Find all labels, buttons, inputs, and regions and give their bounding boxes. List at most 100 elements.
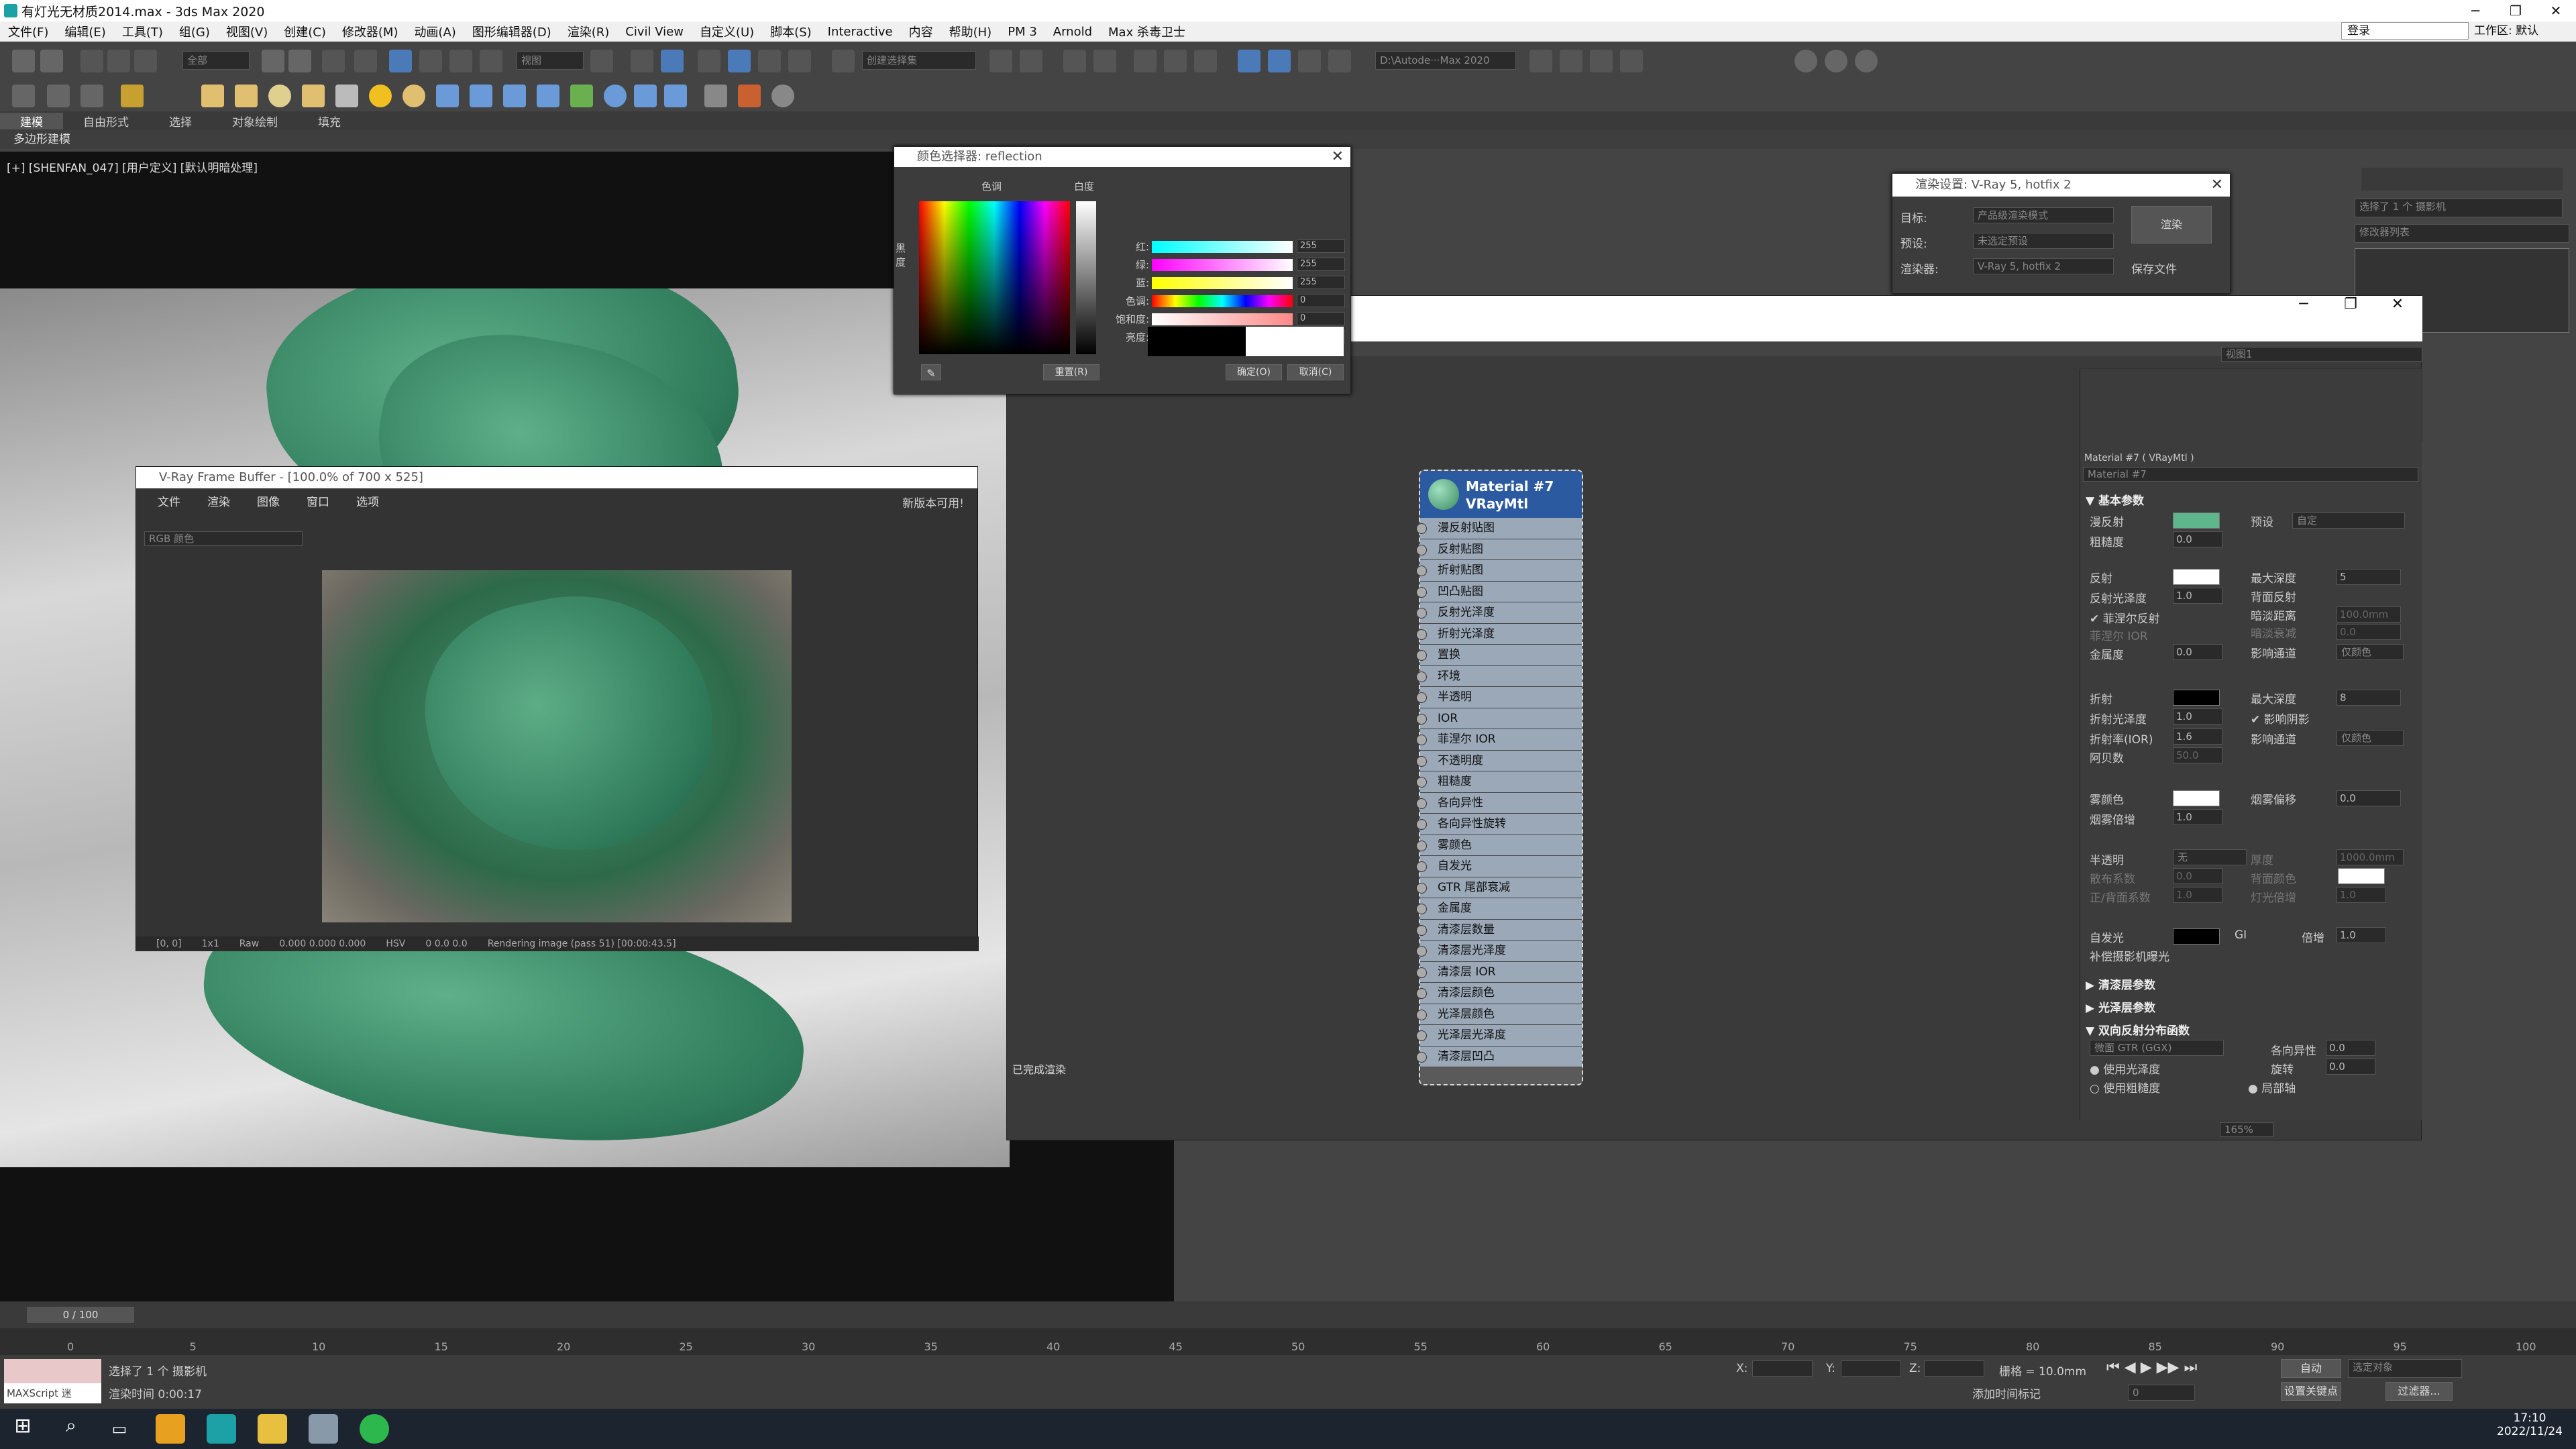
menu-item[interactable]: 内容 — [901, 23, 941, 40]
zoom-level[interactable]: 165% — [2220, 1122, 2273, 1137]
color-row-value[interactable]: 255 — [1297, 258, 1345, 271]
abbe-spinner[interactable]: 50.0 — [2173, 747, 2222, 763]
node-slot[interactable]: 自发光 — [1416, 856, 1582, 877]
node-slot[interactable]: GTR 尾部衰减 — [1416, 877, 1582, 898]
vfb-menu-item[interactable]: 渲染 — [207, 492, 230, 509]
node-slot[interactable]: 清漆层数量 — [1416, 919, 1582, 941]
material-editor-icon[interactable] — [1194, 50, 1217, 72]
fog-mult-spinner[interactable]: 1.0 — [2173, 809, 2222, 825]
fresnel-checkbox[interactable]: ✔ 菲涅尔反射 — [2090, 609, 2160, 626]
menu-item[interactable]: 编辑(E) — [56, 23, 113, 40]
scale-icon[interactable] — [449, 50, 472, 72]
edit-named-sel-icon[interactable] — [832, 50, 855, 72]
sun-icon[interactable] — [369, 85, 392, 107]
node-slot[interactable]: 清漆层 IOR — [1416, 961, 1582, 983]
use-roughness-radio[interactable]: ○ 使用粗糙度 — [2090, 1079, 2160, 1095]
menu-item[interactable]: 文件(F) — [0, 23, 56, 40]
save-project-icon[interactable] — [1590, 50, 1613, 72]
viewport-label[interactable]: [+] [SHENFAN_047] [用户定义] [默认明暗处理] — [7, 158, 258, 175]
lock-icon[interactable] — [738, 85, 761, 107]
self-illum-swatch[interactable] — [2173, 928, 2220, 945]
menu-item[interactable]: 视图(V) — [218, 23, 276, 40]
menu-item[interactable]: 图形编辑器(D) — [464, 23, 559, 40]
menu-item[interactable]: 渲染(R) — [559, 23, 618, 40]
z-coord[interactable] — [1924, 1360, 1984, 1377]
playback-controls[interactable]: ⏮ ◀ ▶ ▶▶ ⏭ — [2106, 1359, 2254, 1379]
time-slider[interactable]: 0 / 100 — [0, 1301, 2576, 1328]
material-name-field[interactable]: Material #7 — [2083, 467, 2418, 482]
frame-counter[interactable]: 0 / 100 — [27, 1307, 134, 1323]
keyboard-shortcut-icon[interactable] — [661, 50, 684, 72]
hue-spectrum[interactable] — [919, 201, 1070, 354]
render-button[interactable]: 渲染 — [2131, 206, 2212, 244]
windows-start-icon[interactable]: ⊞ — [8, 1414, 38, 1444]
app1-icon[interactable] — [156, 1414, 185, 1444]
angle-snap-icon[interactable] — [728, 50, 751, 72]
sphere3-icon[interactable] — [1855, 50, 1878, 72]
node-slot[interactable]: 金属度 — [1416, 898, 1582, 920]
node-slot[interactable]: 各向异性旋转 — [1416, 814, 1582, 835]
abbe-checkbox[interactable]: 阿贝数 — [2090, 749, 2124, 765]
add-time-tag[interactable]: 添加时间标记 — [1972, 1385, 2041, 1401]
fog-bias-spinner[interactable]: 0.0 — [2337, 790, 2401, 806]
renderer-dropdown[interactable]: V-Ray 5, hotfix 2 — [1973, 258, 2114, 274]
snap-toggle-icon[interactable] — [698, 50, 720, 72]
render-production-icon[interactable] — [1298, 50, 1321, 72]
selected-object-name[interactable]: 选择了 1 个 摄影机 — [2355, 199, 2563, 217]
mirror-icon[interactable] — [989, 50, 1012, 72]
ribbon-tab[interactable]: 自由形式 — [63, 113, 149, 129]
node-slot[interactable]: 雾颜色 — [1416, 835, 1582, 856]
sheen-rollout[interactable]: ▶ 光泽层参数 — [2086, 998, 2155, 1015]
project-path[interactable]: D:\Autode···Max 2020 — [1375, 51, 1516, 70]
node-slot[interactable]: 菲涅尔 IOR — [1416, 729, 1582, 751]
dim-distance-spinner[interactable]: 100.0mm — [2337, 606, 2401, 623]
dome-light-icon[interactable] — [402, 85, 425, 107]
arnold-icon[interactable] — [12, 85, 35, 107]
window-crossing-icon[interactable] — [354, 50, 377, 72]
max-depth-spinner[interactable]: 5 — [2337, 569, 2401, 585]
node-slot[interactable]: 环境 — [1416, 665, 1582, 687]
cmdpanel-tabs[interactable] — [2361, 168, 2563, 191]
track-bar[interactable]: 0 5 10 15 20 25 30 35 40 45 50 55 60 65 70 75 80 85 90 95 10… — [0, 1328, 2576, 1355]
node-slot[interactable]: 反射光泽度 — [1416, 602, 1582, 624]
layer-explorer-icon[interactable] — [1063, 50, 1086, 72]
node-slot[interactable]: 漫反射贴图 — [1416, 518, 1582, 539]
metalness-spinner[interactable]: 0.0 — [2173, 644, 2222, 660]
fb-coef-spinner[interactable]: 1.0 — [2173, 887, 2222, 903]
node-slot[interactable]: 清漆层颜色 — [1416, 983, 1582, 1004]
help-icon[interactable] — [771, 85, 794, 107]
ribbon-tab[interactable]: 建模 — [0, 112, 63, 129]
ribbon-tab[interactable]: 对象绘制 — [212, 113, 298, 129]
vfb-icon[interactable] — [634, 85, 657, 107]
ok-button[interactable]: 确定(O) — [1226, 364, 1282, 380]
color-row-slider[interactable] — [1152, 241, 1293, 253]
login-dropdown[interactable]: 登录 — [2341, 22, 2469, 40]
use-glossiness-radio[interactable]: ● 使用光泽度 — [2090, 1060, 2160, 1077]
plane-icon[interactable] — [235, 85, 258, 107]
link-icon[interactable] — [80, 50, 103, 72]
render-iterative-icon[interactable] — [1328, 50, 1351, 72]
dim-distance-checkbox[interactable]: 暗淡距离 — [2251, 606, 2296, 623]
percent-snap-icon[interactable] — [758, 50, 781, 72]
menu-item[interactable]: Interactive — [820, 25, 901, 39]
vfb-menu-item[interactable]: 选项 — [356, 492, 379, 509]
ior-spinner[interactable]: 1.6 — [2173, 729, 2222, 745]
app2-icon[interactable] — [309, 1414, 338, 1444]
wechat-icon[interactable] — [360, 1414, 389, 1444]
translucency-dropdown[interactable]: 无 — [2173, 849, 2247, 865]
key-filters-button[interactable]: 过滤器... — [2385, 1382, 2453, 1401]
reset-button[interactable]: 重置(R) — [1043, 364, 1099, 380]
minimize-button[interactable]: ─ — [2455, 0, 2496, 21]
node-slot[interactable]: IOR — [1416, 708, 1582, 729]
preset-param-dropdown[interactable]: 自定 — [2292, 513, 2405, 529]
whiteness-bar[interactable] — [1076, 201, 1096, 354]
3dsmax-taskbar-icon[interactable] — [207, 1414, 236, 1444]
vfb-hsv[interactable]: HSV — [386, 936, 405, 951]
menu-item[interactable]: 修改器(M) — [334, 23, 407, 40]
cone-icon[interactable] — [335, 85, 358, 107]
refract-swatch[interactable] — [2173, 690, 2220, 706]
anisotropy-spinner[interactable]: 0.0 — [2326, 1040, 2375, 1056]
menu-item[interactable]: 帮助(H) — [941, 23, 1000, 40]
task-view-icon[interactable]: ▭ — [105, 1414, 134, 1444]
view-selector[interactable]: 视图1 — [2221, 347, 2422, 362]
